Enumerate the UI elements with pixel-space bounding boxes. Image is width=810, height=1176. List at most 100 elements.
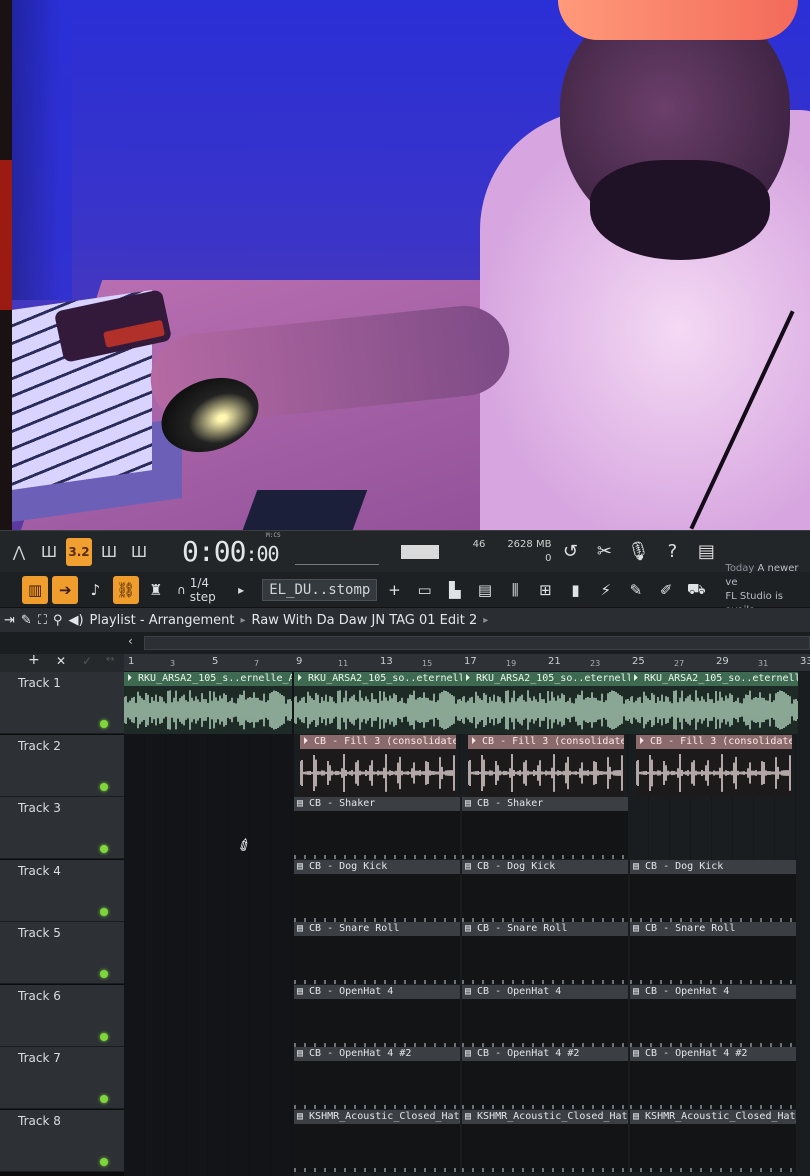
piano-roll-icon[interactable]: ▙ [442,576,468,604]
track-header[interactable]: Track 4 [0,859,124,922]
playlist-clip[interactable]: ▤ CB - Snare Roll [630,922,796,984]
waveform-path [462,690,630,730]
pattern-notes [294,917,460,922]
track-mute-led[interactable] [100,845,108,853]
zoom-icon[interactable]: ⚲ [53,613,63,628]
cut-icon[interactable]: ✂ [589,541,619,562]
playlist-clip[interactable]: ▤ CB - OpenHat 4 #2 [630,1047,796,1109]
pattern-notes [294,855,460,859]
pattern-selector[interactable]: EL_DU..stomp [262,578,378,601]
loop-record-icon[interactable]: Ш [126,538,152,566]
playlist-clip[interactable]: ▤ CB - Dog Kick [294,859,460,922]
plugin-icon[interactable]: ⚡ [593,576,619,604]
ruler-bar-label: 11 [338,659,349,668]
file-icon[interactable]: ▮ [562,576,588,604]
chevron-right-icon[interactable]: ▸ [483,615,488,626]
snap-selector[interactable]: ∩ 1/4 step ▸ [177,576,244,604]
playlist-clip[interactable]: ▤ KSHMR_Acoustic_Closed_Hat_11 [630,1109,796,1172]
clip-label: ▤ CB - OpenHat 4 #2 [294,1047,460,1061]
playlist-icon[interactable]: ▭ [412,576,438,604]
playlist-clip[interactable]: ▤ CB - Shaker [294,797,460,859]
track-mute-led[interactable] [100,970,108,978]
waveform [636,753,791,792]
playlist-clip[interactable]: ▤ CB - OpenHat 4 [630,984,796,1047]
playlist-clip[interactable]: ▤ KSHMR_Acoustic_Closed_Hat_11 [462,1109,628,1172]
track-header[interactable]: Track 2 [0,734,124,797]
playlist-clip[interactable]: ▤ CB - Dog Kick [630,859,796,922]
left-edge [0,0,12,530]
add-pattern-icon[interactable]: + [381,576,407,604]
clip-label: ⏵ RKU_ARSA2_105_so..eternelle_A#min [462,672,630,686]
playlist-clip[interactable]: ▤ CB - Snare Roll [294,922,460,984]
news-today: Today [725,562,755,574]
pen-icon[interactable]: ✎ [623,576,649,604]
playlist-clip[interactable]: ⏵ CB - Fill 3 (consolidated) [300,734,456,797]
help-icon[interactable]: ? [657,541,687,562]
link-icon[interactable]: ⛓ [112,575,139,604]
close-icon[interactable]: ✕ [56,654,66,668]
master-icon[interactable]: ♜ [143,576,169,604]
playlist-clip[interactable]: ⏵ RKU_ARSA2_105_so..eternelle_A#min [294,672,462,734]
track-mute-led[interactable] [100,1095,108,1103]
playlist-grid[interactable]: ⏵ RKU_ARSA2_105_s..ernelle_A#min #2⏵ RKU… [124,672,810,1176]
playlist-clip[interactable]: ⏵ CB - Fill 3 (consolidated) [636,734,792,797]
draw-icon[interactable]: ♪ [82,576,108,604]
track-header[interactable]: Track 6 [0,984,124,1047]
undo-icon[interactable]: ↺ [555,541,585,562]
scroll-left-icon[interactable]: ‹ [128,634,133,648]
loop-icon[interactable]: ↔ [106,654,114,665]
track-header[interactable]: Track 3 [0,797,124,859]
add-track-icon[interactable]: + [28,652,40,668]
channel-rack-icon[interactable]: ▤ [472,576,498,604]
playlist-clip[interactable]: ▤ CB - Dog Kick [462,859,628,922]
playlist-clip[interactable]: ▤ CB - OpenHat 4 [294,984,460,1047]
time-sub: 00 [256,542,279,566]
brush-icon[interactable]: ✐ [653,576,679,604]
playlist-clip[interactable]: ⏵ RKU_ARSA2_105_so..eternelle_A#min [462,672,630,734]
save-icon[interactable]: ▤ [691,541,721,562]
step-edit-icon[interactable]: Ш [96,538,122,566]
cpu-meter [400,544,439,559]
arrangement-name[interactable]: Raw With Da Daw JN TAG 01 Edit 2 [252,613,478,628]
playlist-clip[interactable]: ▤ CB - OpenHat 4 #2 [294,1047,460,1109]
track-mute-led[interactable] [100,1157,108,1166]
playlist-clip[interactable]: ▤ CB - Shaker [462,797,628,859]
playlist-clip[interactable]: ▤ KSHMR_Acoustic_Closed_Hat_11 [294,1109,460,1172]
typing-keyboard-icon[interactable]: ▥ [22,575,49,604]
timeline-ruler[interactable]: 1 5 9 13 17 21 25 29 33 3 7 11 15 19 23 27 31 [124,654,810,672]
playlist-clip[interactable]: ▤ CB - OpenHat 4 #2 [462,1047,628,1109]
speaker-icon[interactable]: ◀) [68,613,83,628]
select-icon[interactable]: ⛶ [38,613,47,628]
track-header[interactable]: Track 1 [0,672,124,734]
check-icon[interactable]: ✓ [82,654,92,668]
track-mute-led[interactable] [100,907,108,916]
browser-icon[interactable]: ⊞ [532,576,558,604]
arrow-icon[interactable]: ➔ [52,575,79,604]
track-header[interactable]: Track 7 [0,1047,124,1109]
playlist-clip[interactable]: ⏵ CB - Fill 3 (consolidated) [468,734,624,797]
track-header[interactable]: Track 8 [0,1109,124,1172]
metronome-icon[interactable]: ⋀ [6,538,32,566]
track-mute-led[interactable] [100,1032,108,1041]
track-header[interactable]: Track 5 [0,922,124,984]
playlist-clip[interactable]: ▤ CB - Snare Roll [462,922,628,984]
playlist-clip[interactable]: ⏵ RKU_ARSA2_105_s..ernelle_A#min #2 [124,672,292,734]
clip-label: ⏵ RKU_ARSA2_105_so..eternelle_A#min [294,672,462,686]
mic-icon[interactable]: 🎙 [623,541,653,562]
tempo-button[interactable]: 3.2 [66,537,92,566]
clip-body [294,873,460,922]
time-display[interactable]: 0:00:00 M:CS [182,532,281,568]
cart-icon[interactable]: ⛟ [683,576,709,604]
track-mute-led[interactable] [100,782,108,791]
playlist-clip[interactable]: ⏵ RKU_ARSA2_105_so..eternelle_A#min [630,672,798,734]
horizontal-scrollbar[interactable] [144,636,810,650]
clip-body [462,998,628,1047]
draw-tool-icon[interactable]: ✎ [21,613,32,628]
track-mute-led[interactable] [100,720,108,728]
laptop [242,490,368,530]
mixer-icon[interactable]: ⫼ [502,576,528,604]
arrow-icon[interactable]: ⇥ [4,613,15,628]
wait-record-icon[interactable]: Ш [36,538,62,566]
playlist-clip[interactable]: ▤ CB - OpenHat 4 [462,984,628,1047]
track-name: Track 7 [18,1051,61,1065]
